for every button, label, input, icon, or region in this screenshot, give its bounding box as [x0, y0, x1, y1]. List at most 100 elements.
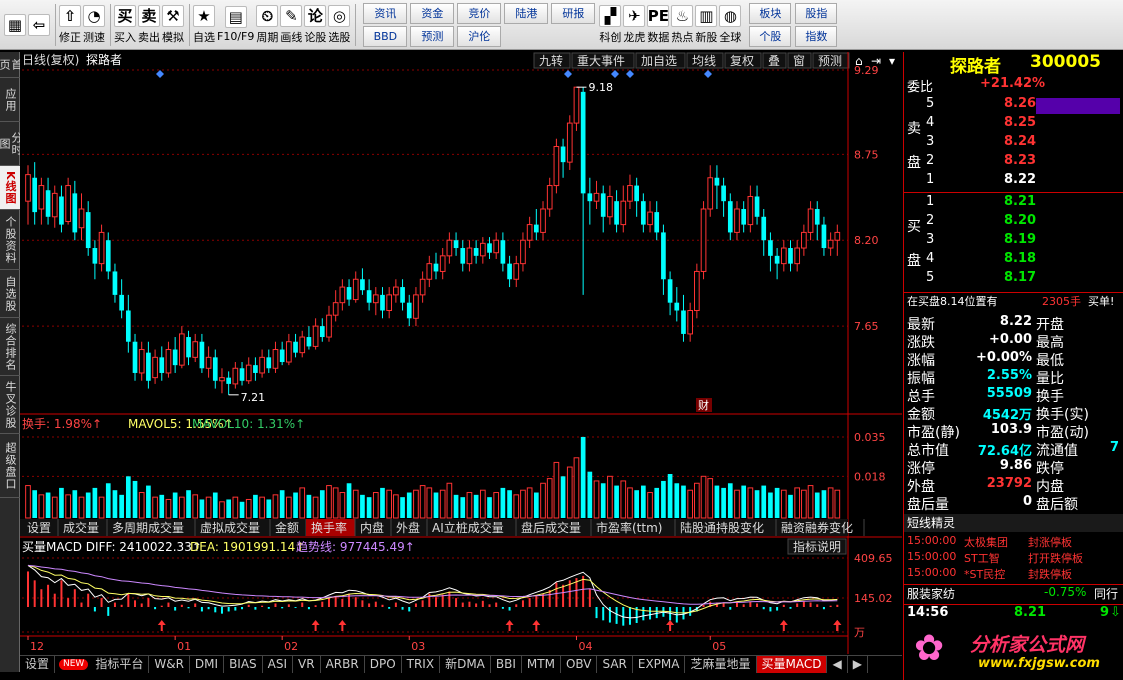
toolbar-grid2-button[interactable]: 板块	[749, 2, 792, 24]
indicator-tab[interactable]: DPO	[365, 656, 402, 673]
side-tab-3[interactable]: K线图	[0, 166, 20, 210]
ipo-icon: ▥	[695, 4, 718, 27]
side-tab-6[interactable]: 综合排名	[0, 318, 20, 376]
indicator-tab[interactable]: 指标平台	[90, 656, 150, 673]
pencil-icon: ✎	[280, 4, 303, 27]
toolbar-grid2-button[interactable]: 股指	[795, 2, 838, 24]
toolbar-button-修正[interactable]: ⇧ 修正	[59, 2, 81, 48]
toolbar-grid2-button[interactable]: 指数	[795, 25, 838, 47]
toolbar-button-周期[interactable]: ⏲ 周期	[256, 2, 279, 48]
toolbar-button-龙虎[interactable]: ✈ 龙虎	[623, 2, 646, 48]
toolbar-grid-button[interactable]: 资讯	[363, 2, 408, 24]
indicator-tab[interactable]: 新DMA	[440, 656, 491, 673]
volume-bar	[546, 478, 553, 519]
stat-value: 23792	[986, 476, 1032, 491]
toolbar-button-自选[interactable]: ★ 自选	[193, 2, 215, 48]
toolbar-button-F10/F9[interactable]: ▤ F10/F9	[217, 2, 254, 48]
toolbar-grid-button[interactable]: 沪伦	[457, 25, 502, 47]
quote-row: 盘	[904, 250, 1123, 270]
volume-bar	[98, 496, 105, 519]
side-tab-7[interactable]: 牛叉诊股	[0, 376, 20, 434]
candle-body	[272, 349, 279, 369]
volume-bar	[119, 494, 124, 518]
toolbar-grid-button[interactable]: 资金	[410, 2, 455, 24]
hot-icon: ♨	[671, 4, 694, 27]
candle-body	[607, 195, 613, 218]
indicator-tab[interactable]: DMI	[190, 656, 225, 673]
toolbar-button-画线[interactable]: ✎ 画线	[280, 2, 303, 48]
indicator-tab[interactable]: OBV	[561, 656, 598, 673]
toolbar-button-选股[interactable]: ◎ 选股	[328, 2, 351, 48]
candle-body	[205, 356, 212, 369]
candle-body	[439, 255, 446, 272]
period-icon: ⏲	[256, 4, 279, 27]
candle-body	[661, 232, 666, 280]
candle-body	[85, 212, 91, 249]
toolbar-button-热点[interactable]: ♨ 热点	[671, 2, 694, 48]
side-tab-5[interactable]: 自选股	[0, 270, 20, 318]
candle-body	[794, 247, 801, 265]
side-tab-0[interactable]: 首页	[0, 52, 23, 78]
toolbar-label: 龙虎	[623, 30, 646, 44]
side-tab-4[interactable]: 个股资料	[0, 210, 20, 270]
indicator-tab[interactable]: BIAS	[224, 656, 263, 673]
volume-bar	[587, 471, 593, 518]
candle-body	[413, 294, 419, 319]
toolbar-grid2-button[interactable]: 个股	[749, 25, 792, 47]
candle-body	[65, 185, 71, 222]
indicator-tab[interactable]: ARBR	[321, 656, 365, 673]
volume-bar	[700, 475, 707, 519]
side-tab-2[interactable]: 分时图	[0, 122, 23, 166]
toolbar-grid-button[interactable]: 竞价	[457, 2, 502, 24]
toolbar-grid-button[interactable]: 陆港	[504, 2, 549, 24]
ask-level: 5	[926, 96, 935, 111]
indicator-tab[interactable]: EXPMA	[633, 656, 686, 673]
candle-body	[165, 349, 172, 374]
chart-dropdown-icon: ▾	[889, 54, 895, 68]
sector-tab: 同行	[1094, 587, 1119, 601]
scroll-right-icon[interactable]: ▶	[848, 656, 868, 673]
toolbar-button-论股[interactable]: 论论股	[304, 2, 327, 48]
toolbar-button-模拟[interactable]: ⚒ 模拟	[162, 2, 184, 48]
candle-body	[426, 263, 433, 280]
volume-bar	[59, 487, 64, 518]
toolbar-grid-button[interactable]: 研报	[551, 2, 596, 24]
toolbar-button-全球[interactable]: ◍ 全球	[719, 2, 742, 48]
indicator-tab[interactable]: MTM	[522, 656, 561, 673]
toolbar-button-数据[interactable]: PE 数据	[647, 2, 670, 48]
quote-row: 服装家纺 -0.75% 同行	[904, 584, 1123, 602]
toolbar-button-win-logo-icon[interactable]: ▦	[4, 2, 26, 48]
side-tab-1[interactable]: 应用	[0, 78, 20, 122]
indicator-tab[interactable]: ASI	[263, 656, 294, 673]
side-tab-8[interactable]: 超级盘口	[0, 434, 20, 498]
candle-body	[580, 91, 586, 194]
stat-value: +0.00%	[976, 350, 1032, 365]
toolbar-grid-button[interactable]: 预测	[410, 25, 455, 47]
toolbar-button-科创[interactable]: ▞ 科创	[599, 2, 622, 48]
indicator-tab[interactable]: VR	[293, 656, 321, 673]
volume-bar	[493, 492, 500, 519]
candle-body	[641, 201, 646, 225]
toolbar-button-买入[interactable]: 买买入	[114, 2, 136, 48]
indicator-tab[interactable]: 设置	[20, 656, 56, 673]
indicator-tab[interactable]: SAR	[597, 656, 633, 673]
indicator-tab[interactable]: 芝麻量地量	[685, 656, 757, 673]
star-market-icon: ▞	[599, 4, 622, 27]
tick-volume: 9	[1100, 605, 1110, 620]
toolbar-grid-button[interactable]: BBD	[363, 25, 408, 47]
volume-bar	[85, 492, 91, 518]
indicator-tab[interactable]: TRIX	[402, 656, 441, 673]
indicator-tab[interactable]: 买量MACD	[756, 656, 828, 673]
stat-label-2: 市盈(动)	[1036, 425, 1089, 441]
volume-bar	[51, 496, 58, 519]
scroll-left-icon[interactable]: ◀	[827, 656, 848, 673]
toolbar-button-新股[interactable]: ▥ 新股	[695, 2, 718, 48]
volume-bar	[513, 494, 520, 519]
toolbar-button-back-arrow-icon[interactable]: ⇦	[28, 2, 50, 48]
toolbar-button-测速[interactable]: ◔ 测速	[83, 2, 105, 48]
toolbar-button-卖出[interactable]: 卖卖出	[138, 2, 160, 48]
indicator-tab[interactable]: BBI	[491, 656, 522, 673]
indicator-tab[interactable]: W&R	[149, 656, 190, 673]
vol-tab: 设置	[27, 521, 51, 535]
volume-bar	[834, 489, 841, 519]
